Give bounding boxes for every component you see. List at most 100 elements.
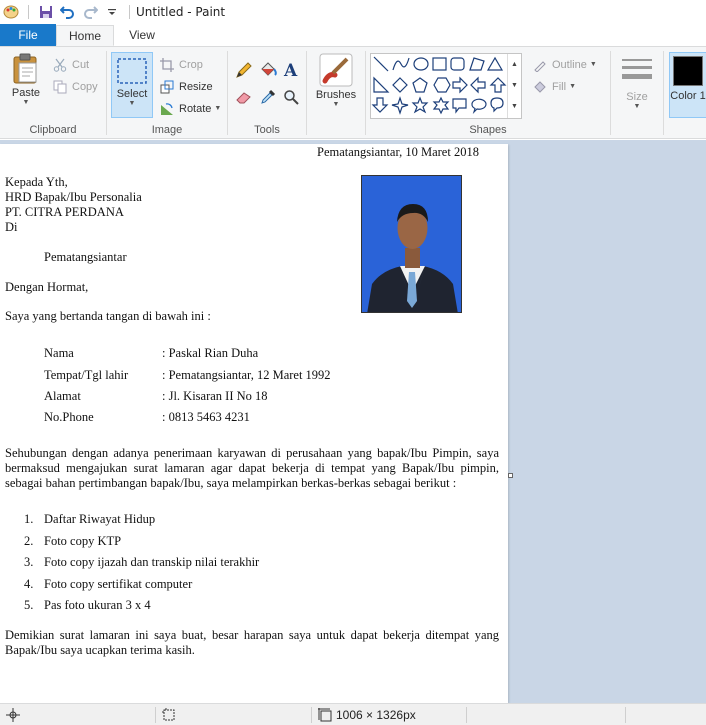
paste-button[interactable]: Paste ▼: [6, 53, 46, 107]
group-separator: [663, 51, 664, 135]
rounded-rectangle-shape-icon[interactable]: [450, 57, 465, 71]
six-point-star-shape-icon[interactable]: [432, 96, 450, 115]
recipient-line: Di: [5, 220, 18, 234]
outline-icon: [532, 57, 548, 73]
tab-home[interactable]: Home: [56, 25, 114, 46]
svg-text:A: A: [283, 61, 298, 79]
paste-label: Paste: [11, 87, 41, 99]
ribbon-tabs: File Home View: [0, 24, 706, 46]
greeting: Dengan Hormat,: [5, 280, 89, 294]
list-item: Daftar Riwayat Hidup: [44, 512, 156, 526]
tools-group-label: Tools: [254, 124, 280, 136]
brushes-label: Brushes: [315, 89, 357, 101]
list-item: Foto copy sertifikat computer: [44, 577, 193, 591]
fill-dropdown-icon[interactable]: ▼: [569, 83, 576, 91]
paint-app-icon[interactable]: [0, 1, 22, 23]
size-dropdown-icon[interactable]: ▼: [634, 103, 641, 111]
cloud-callout-shape-icon[interactable]: [490, 97, 504, 113]
closing-line: Demikian surat lamaran ini saya buat, be…: [5, 628, 499, 642]
pentagon-shape-icon[interactable]: [412, 77, 428, 93]
field-label: Nama: [44, 346, 74, 360]
shapes-group: ▲ ▼ ▼ Outline ▼ Fill ▼ Shapes: [366, 49, 610, 137]
status-divider: [311, 707, 312, 723]
letter-date: Pematangsiantar, 10 Maret 2018: [317, 145, 479, 159]
list-number: 1.: [24, 512, 34, 526]
right-arrow-shape-icon[interactable]: [452, 76, 468, 94]
redo-icon[interactable]: [79, 1, 101, 23]
curve-shape-icon[interactable]: [392, 57, 410, 71]
resize-icon: [159, 79, 175, 95]
body-paragraph-line: sebagai bahan pertimbangan bapak/Ibu, sa…: [5, 476, 457, 490]
text-icon[interactable]: A: [283, 61, 299, 79]
undo-icon[interactable]: [57, 1, 79, 23]
color-picker-icon[interactable]: [260, 89, 276, 105]
select-button[interactable]: Select ▼: [111, 52, 153, 118]
fill-button[interactable]: Fill ▼: [532, 77, 576, 97]
list-number: 4.: [24, 577, 34, 591]
crop-button[interactable]: Crop: [159, 55, 203, 75]
customize-quick-access-icon[interactable]: [101, 1, 123, 23]
five-point-star-shape-icon[interactable]: [411, 96, 429, 114]
copy-label: Copy: [72, 81, 98, 93]
outline-dropdown-icon[interactable]: ▼: [590, 61, 597, 69]
color1-button[interactable]: Color 1: [669, 52, 706, 118]
four-point-star-shape-icon[interactable]: [391, 96, 409, 115]
rectangle-callout-shape-icon[interactable]: [452, 98, 467, 114]
oval-callout-shape-icon[interactable]: [471, 98, 487, 115]
cut-label: Cut: [72, 59, 90, 71]
color1-swatch: [673, 56, 703, 86]
diamond-shape-icon[interactable]: [392, 77, 408, 93]
shapes-scroll[interactable]: ▲ ▼ ▼: [507, 54, 521, 118]
left-arrow-shape-icon[interactable]: [470, 76, 486, 94]
size-button[interactable]: Size ▼: [617, 55, 657, 111]
field-value: : Pematangsiantar, 12 Maret 1992: [162, 368, 331, 382]
brushes-dropdown-icon[interactable]: ▼: [333, 101, 340, 109]
applicant-photo: [361, 175, 462, 313]
down-arrow-shape-icon[interactable]: [371, 97, 389, 113]
drawing-canvas[interactable]: Pematangsiantar, 10 Maret 2018 Kepada Yt…: [0, 144, 508, 703]
clipboard-group-label: Clipboard: [29, 124, 77, 136]
select-dropdown-icon[interactable]: ▼: [129, 100, 136, 108]
up-arrow-shape-icon[interactable]: [489, 77, 507, 93]
brushes-group: Brushes ▼: [307, 49, 365, 137]
scissors-icon: [52, 57, 68, 73]
size-group: Size ▼: [611, 49, 663, 137]
tab-file[interactable]: File: [0, 24, 56, 46]
rotate-dropdown-icon[interactable]: ▼: [214, 105, 221, 113]
closing-line: Bapak/Ibu saya ucapkan terima kasih.: [5, 643, 195, 657]
hexagon-shape-icon[interactable]: [433, 77, 451, 93]
magnifier-icon[interactable]: [283, 89, 299, 105]
image-group: Select ▼ Crop Resize Rotate ▼ Image: [107, 49, 227, 137]
list-item: Foto copy ijazah dan transkip nilai tera…: [44, 555, 260, 569]
recipient-line: Kepada Yth,: [5, 175, 68, 189]
field-label: Tempat/Tgl lahir: [44, 368, 129, 382]
oval-shape-icon[interactable]: [413, 57, 429, 71]
image-size-text: 1006 × 1326px: [336, 708, 416, 722]
crop-label: Crop: [179, 59, 203, 71]
recipient-city: Pematangsiantar: [44, 250, 127, 264]
triangle-shape-icon[interactable]: [486, 56, 504, 71]
eraser-icon[interactable]: [235, 89, 253, 105]
resize-button[interactable]: Resize: [159, 77, 213, 97]
fill-bucket-icon[interactable]: [258, 61, 278, 79]
color1-label: Color 1: [670, 90, 706, 102]
copy-button[interactable]: Copy: [52, 77, 98, 97]
canvas-resize-handle[interactable]: [508, 473, 513, 478]
rotate-icon: [159, 101, 175, 117]
save-icon[interactable]: [35, 1, 57, 23]
rectangle-shape-icon[interactable]: [432, 57, 447, 71]
outline-button[interactable]: Outline ▼: [532, 55, 597, 75]
rotate-button[interactable]: Rotate ▼: [159, 99, 221, 119]
brushes-button[interactable]: Brushes ▼: [313, 53, 359, 109]
cut-button[interactable]: Cut: [52, 55, 89, 75]
tools-group: A Tools: [228, 49, 306, 137]
image-group-label: Image: [151, 124, 183, 136]
paste-dropdown-icon[interactable]: ▼: [23, 99, 30, 107]
tab-view[interactable]: View: [114, 24, 170, 46]
polygon-shape-icon[interactable]: [469, 57, 485, 71]
right-triangle-shape-icon[interactable]: [373, 76, 390, 93]
shapes-gallery: ▲ ▼ ▼: [370, 53, 522, 119]
line-shape-icon[interactable]: [373, 56, 389, 72]
title-separator: [129, 5, 130, 19]
pencil-icon[interactable]: [235, 61, 253, 79]
